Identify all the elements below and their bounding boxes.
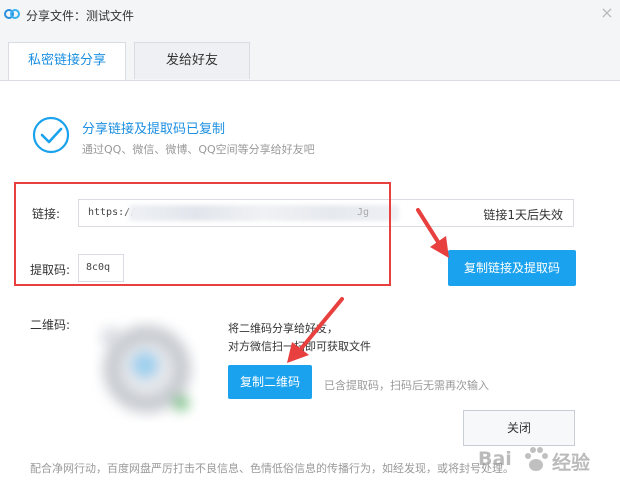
qr-desc-line1: 将二维码分享给好友， bbox=[228, 322, 338, 335]
success-subtitle: 通过QQ、微信、微博、QQ空间等分享给好友吧 bbox=[82, 143, 315, 156]
highlight-box bbox=[14, 182, 391, 286]
copy-link-button[interactable]: 复制链接及提取码 bbox=[448, 250, 576, 286]
window-title: 分享文件：测试文件 bbox=[26, 9, 135, 23]
success-title: 分享链接及提取码已复制 bbox=[82, 122, 226, 137]
qr-desc-line2: 对方微信扫一扫即可获取文件 bbox=[228, 340, 371, 353]
footer-notice: 配合净网行动，百度网盘严厉打击不良信息、色情低俗信息的传播行为，如经发现，或将封… bbox=[30, 462, 514, 475]
qr-note: 已含提取码，扫码后无需再次输入 bbox=[324, 379, 489, 392]
success-check-icon bbox=[32, 116, 70, 154]
title-bar: 分享文件：测试文件 × bbox=[0, 0, 620, 30]
watermark-brand2: 经验 bbox=[552, 452, 591, 474]
qr-code-image bbox=[101, 325, 191, 413]
baidu-netdisk-logo-icon bbox=[4, 9, 20, 19]
tab-bar: 私密链接分享 发给好友 bbox=[0, 30, 620, 81]
window-close-icon[interactable]: × bbox=[596, 2, 618, 24]
paw-icon bbox=[525, 447, 548, 471]
baidu-jingyan-watermark: Bai 经验 bbox=[476, 438, 618, 482]
tab-send-to-friend[interactable]: 发给好友 bbox=[134, 42, 250, 79]
watermark-brand: Bai bbox=[478, 448, 512, 470]
copy-qr-button[interactable]: 复制二维码 bbox=[228, 365, 312, 399]
tab-private-link[interactable]: 私密链接分享 bbox=[8, 42, 126, 80]
qr-label: 二维码: bbox=[30, 318, 71, 332]
link-expire-text: 链接1天后失效 bbox=[483, 208, 563, 222]
